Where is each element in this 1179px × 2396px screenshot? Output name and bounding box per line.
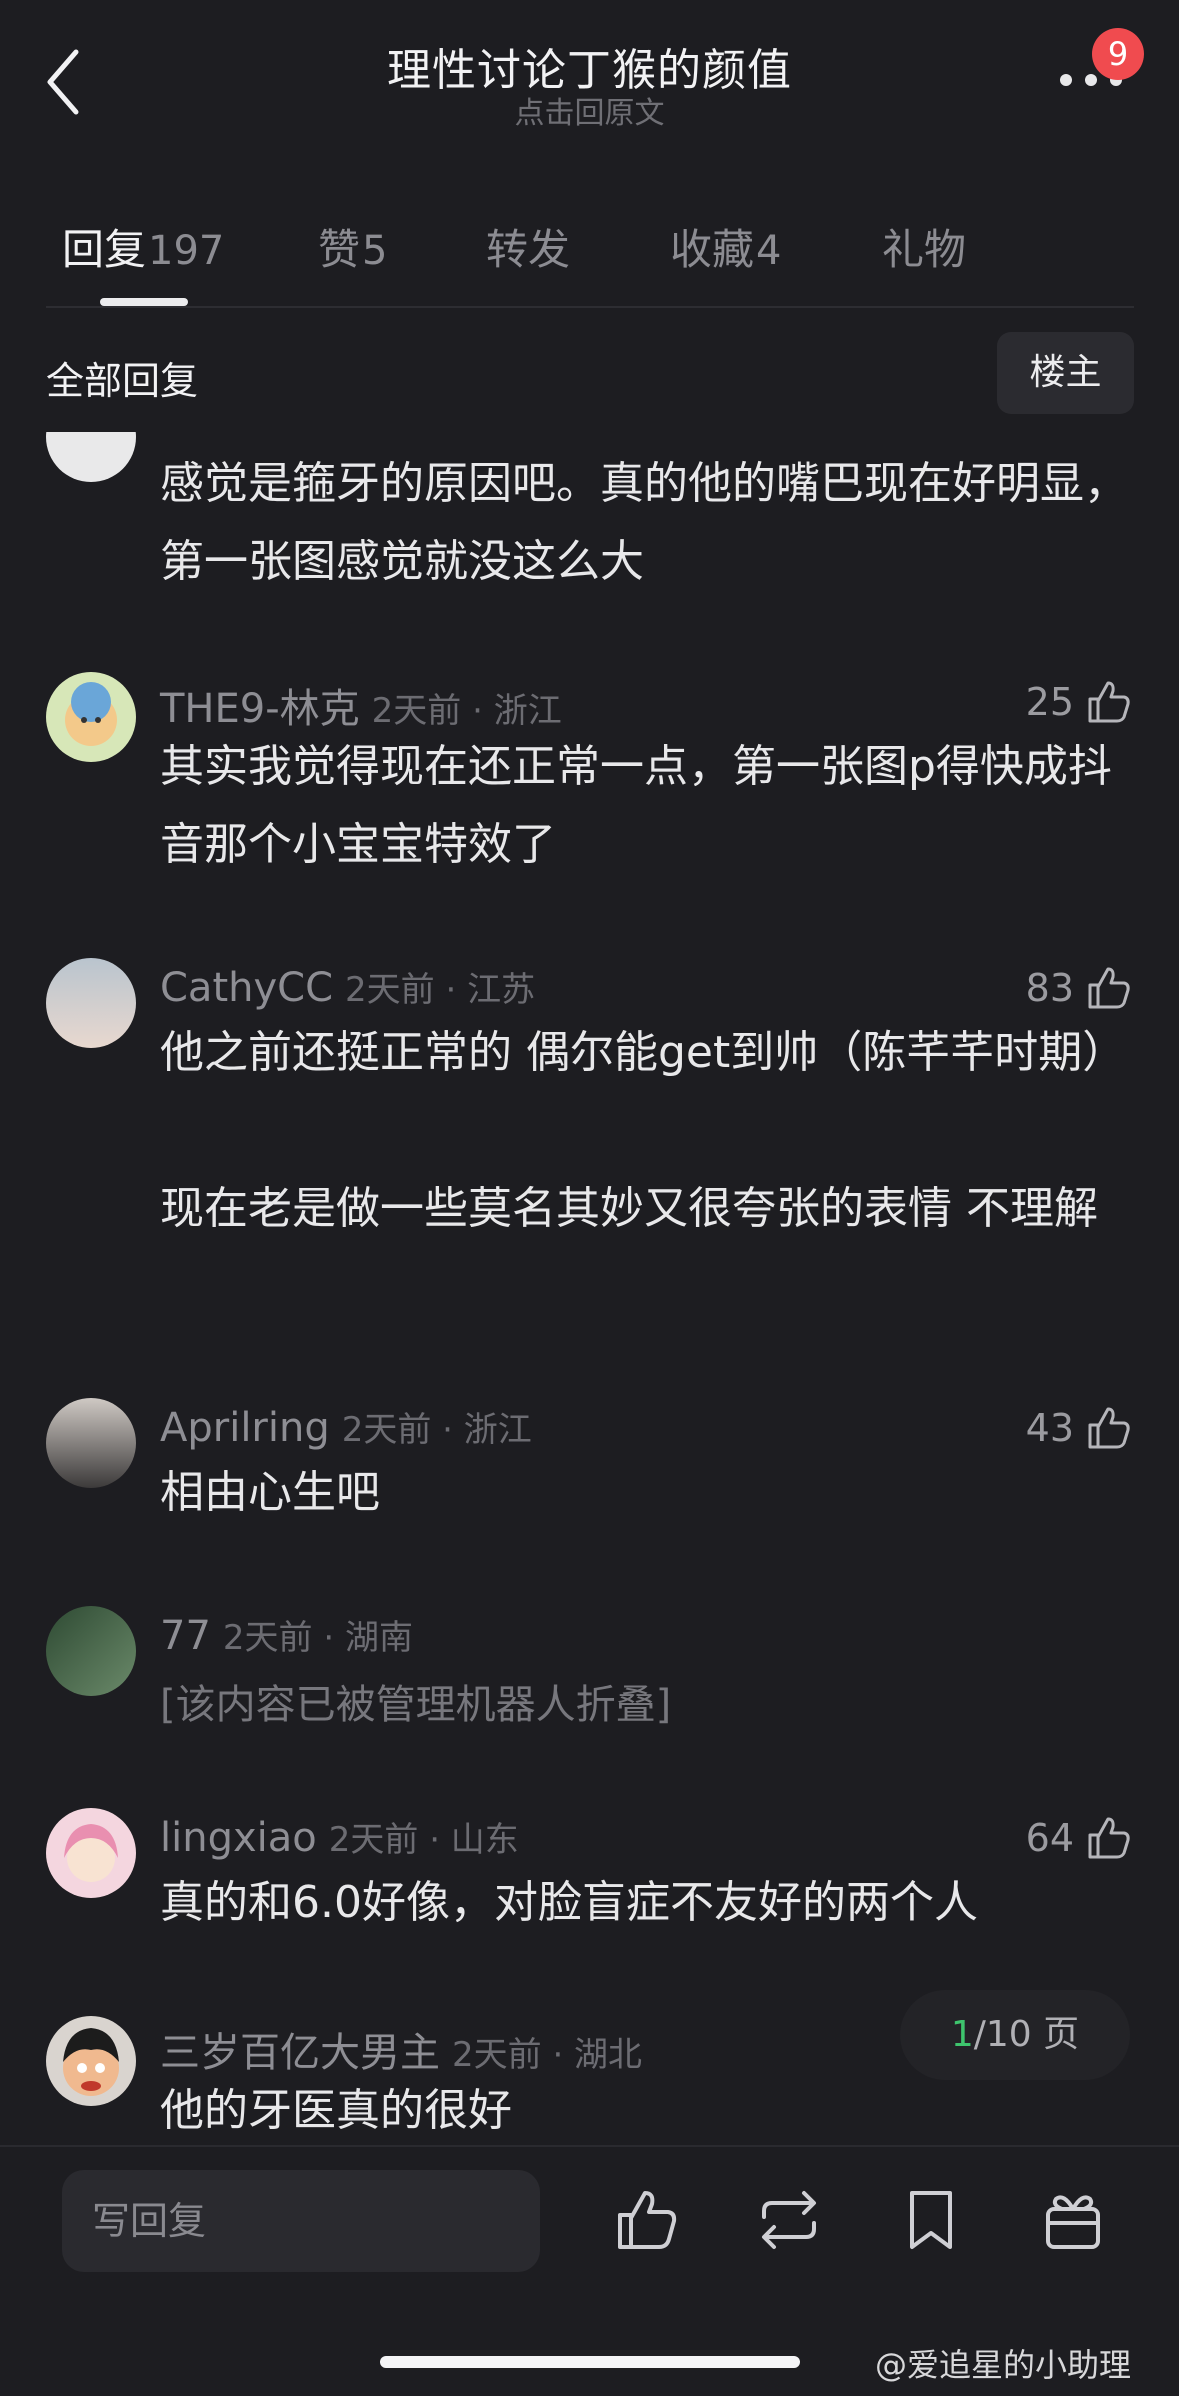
comment-text: 其实我觉得现在还正常一点，第一张图p得快成抖音那个小宝宝特效了: [160, 741, 1112, 870]
avatar[interactable]: [46, 958, 136, 1048]
comment-text: 相由心生吧: [160, 1467, 380, 1518]
comment-meta: 2天前 · 江苏: [345, 970, 536, 1010]
like-count: 43: [1025, 1406, 1074, 1450]
weibo-watermark: @爱追星的小助理: [875, 2346, 1132, 2384]
tab-likes[interactable]: 赞5: [318, 216, 387, 277]
home-indicator[interactable]: [380, 2356, 800, 2368]
thumbs-up-icon: [1088, 1817, 1130, 1859]
back-to-original-link[interactable]: 点击回原文: [0, 88, 1179, 132]
like-post-icon[interactable]: [612, 2185, 682, 2255]
comment-username[interactable]: lingxiao 2天前 · 山东: [160, 1812, 519, 1861]
current-page: 1: [950, 2014, 974, 2055]
comment-text: 他之前还挺正常的 偶尔能get到帅（陈芊芊时期）: [160, 1027, 1127, 1078]
comment-username[interactable]: CathyCC 2天前 · 江苏: [160, 962, 535, 1011]
active-tab-indicator: [100, 298, 188, 306]
comment-meta: 2天前 · 浙江: [371, 691, 562, 731]
like-count: 64: [1025, 1816, 1074, 1860]
avatar[interactable]: [46, 672, 136, 762]
comment-text-line2: 现在老是做一些莫名其妙又很夸张的表情 不理解: [160, 1183, 1098, 1234]
avatar[interactable]: [46, 1808, 136, 1898]
comment-text: 真的和6.0好像，对脸盲症不友好的两个人: [160, 1877, 978, 1928]
tab-count: 5: [362, 228, 388, 274]
avatar[interactable]: [46, 2016, 136, 2106]
avatar[interactable]: [46, 1398, 136, 1488]
thumbs-up-icon: [1088, 1407, 1130, 1449]
thumbs-up-icon: [1088, 681, 1130, 723]
reply-input[interactable]: 写回复: [62, 2170, 540, 2272]
tabs-divider: [46, 306, 1134, 308]
like-button[interactable]: 43: [1026, 1398, 1134, 1458]
gift-icon[interactable]: [1038, 2185, 1108, 2255]
repost-icon[interactable]: [754, 2185, 824, 2255]
tab-gifts[interactable]: 礼物: [882, 216, 966, 277]
comment-meta: 2天前 · 浙江: [341, 1410, 532, 1450]
comment-meta: 2天前 · 湖北: [452, 2035, 643, 2075]
comment-username[interactable]: Aprilring 2天前 · 浙江: [160, 1402, 532, 1451]
page-indicator[interactable]: 1/10 页: [900, 1990, 1130, 2080]
folded-comment-text[interactable]: [该内容已被管理机器人折叠]: [160, 1672, 671, 1730]
comment-text: 感觉是箍牙的原因吧。真的他的嘴巴现在好明显，第一张图感觉就没这么大: [160, 458, 1128, 587]
notification-badge: 9: [1092, 28, 1144, 80]
tab-favorites[interactable]: 收藏4: [670, 216, 781, 277]
tab-label: 回复: [62, 225, 147, 274]
total-pages: /10 页: [973, 2014, 1080, 2055]
comment-username[interactable]: THE9-林克 2天前 · 浙江: [160, 676, 562, 734]
tab-reposts[interactable]: 转发: [486, 216, 570, 277]
owner-filter-button[interactable]: 楼主: [997, 332, 1134, 414]
thumbs-up-icon: [1088, 967, 1130, 1009]
like-button[interactable]: 64: [1026, 1808, 1134, 1868]
tab-label: 礼物: [882, 225, 967, 274]
tab-label: 转发: [486, 225, 571, 274]
comment-meta: 2天前 · 湖南: [222, 1618, 413, 1658]
like-button[interactable]: 83: [1026, 958, 1134, 1018]
avatar[interactable]: [46, 432, 136, 482]
tab-count: 4: [756, 228, 782, 274]
tab-replies[interactable]: 回复197: [62, 216, 224, 277]
like-button[interactable]: 25: [1026, 672, 1134, 732]
tab-label: 收藏: [670, 225, 755, 274]
avatar[interactable]: [46, 1606, 136, 1696]
comment-username[interactable]: 三岁百亿大男主 2天前 · 湖北: [160, 2020, 642, 2078]
comment-text: 他的牙医真的很好: [160, 2085, 512, 2136]
bookmark-icon[interactable]: [896, 2185, 966, 2255]
like-count: 25: [1025, 680, 1074, 724]
comment-username[interactable]: 77 2天前 · 湖南: [160, 1610, 413, 1659]
tab-label: 赞: [318, 225, 361, 274]
tab-count: 197: [148, 228, 225, 274]
section-title: 全部回复: [46, 359, 199, 403]
like-count: 83: [1025, 966, 1074, 1010]
comment-meta: 2天前 · 山东: [328, 1820, 519, 1860]
bottom-bar-divider: [0, 2145, 1179, 2147]
